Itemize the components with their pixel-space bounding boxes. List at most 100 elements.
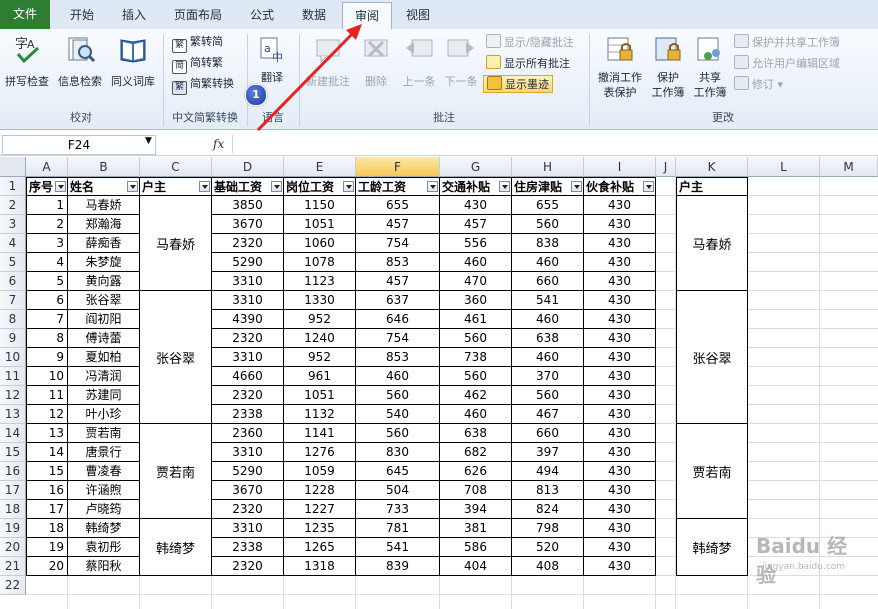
data-cell[interactable]: 3 <box>26 234 68 253</box>
column-header-l[interactable]: L <box>748 157 820 177</box>
data-cell[interactable]: 754 <box>356 329 440 348</box>
data-cell[interactable]: 7 <box>26 310 68 329</box>
row-header-22[interactable]: 22 <box>0 576 26 595</box>
name-cell[interactable]: 许涵煦 <box>68 481 140 500</box>
data-cell[interactable]: 560 <box>512 215 584 234</box>
select-all-corner[interactable] <box>0 157 26 177</box>
row-header-14[interactable]: 14 <box>0 424 26 443</box>
data-cell[interactable]: 19 <box>26 538 68 557</box>
filter-dropdown-button[interactable] <box>427 181 438 192</box>
row-header-6[interactable]: 6 <box>0 272 26 291</box>
row-header-1[interactable]: 1 <box>0 177 26 196</box>
data-cell[interactable]: 708 <box>440 481 512 500</box>
data-cell[interactable]: 430 <box>584 405 656 424</box>
show-ink-button[interactable]: 显示墨迹 <box>483 75 553 93</box>
row-header-9[interactable]: 9 <box>0 329 26 348</box>
data-cell[interactable]: 853 <box>356 348 440 367</box>
column-header-d[interactable]: D <box>212 157 284 177</box>
data-cell[interactable]: 1141 <box>284 424 356 443</box>
data-cell[interactable]: 1150 <box>284 196 356 215</box>
name-cell[interactable]: 卢晓筠 <box>68 500 140 519</box>
column-header-k[interactable]: K <box>676 157 748 177</box>
data-cell[interactable]: 11 <box>26 386 68 405</box>
name-cell[interactable]: 袁初彤 <box>68 538 140 557</box>
data-cell[interactable]: 430 <box>584 500 656 519</box>
name-cell[interactable]: 黄向露 <box>68 272 140 291</box>
filter-dropdown-button[interactable] <box>571 181 582 192</box>
data-cell[interactable]: 15 <box>26 462 68 481</box>
household-merged-cell-k[interactable]: 贾若南 <box>676 424 748 519</box>
data-cell[interactable]: 2 <box>26 215 68 234</box>
filter-dropdown-button[interactable] <box>343 181 354 192</box>
row-header-17[interactable]: 17 <box>0 481 26 500</box>
data-cell[interactable]: 3670 <box>212 215 284 234</box>
data-cell[interactable]: 2320 <box>212 234 284 253</box>
data-cell[interactable]: 460 <box>512 348 584 367</box>
data-cell[interactable]: 430 <box>584 291 656 310</box>
row-header-18[interactable]: 18 <box>0 500 26 519</box>
data-cell[interactable]: 961 <box>284 367 356 386</box>
data-cell[interactable]: 1235 <box>284 519 356 538</box>
data-cell[interactable]: 470 <box>440 272 512 291</box>
data-cell[interactable]: 3850 <box>212 196 284 215</box>
data-cell[interactable]: 2320 <box>212 386 284 405</box>
data-cell[interactable]: 781 <box>356 519 440 538</box>
data-cell[interactable]: 430 <box>584 215 656 234</box>
data-cell[interactable]: 626 <box>440 462 512 481</box>
data-cell[interactable]: 494 <box>512 462 584 481</box>
data-cell[interactable]: 586 <box>440 538 512 557</box>
data-cell[interactable]: 1330 <box>284 291 356 310</box>
name-cell[interactable]: 曹凌春 <box>68 462 140 481</box>
data-cell[interactable]: 853 <box>356 253 440 272</box>
name-cell[interactable]: 郑瀚海 <box>68 215 140 234</box>
show-hide-comment-button[interactable]: 显示/隐藏批注 <box>486 34 574 50</box>
data-cell[interactable]: 3310 <box>212 519 284 538</box>
data-cell[interactable]: 839 <box>356 557 440 576</box>
data-cell[interactable]: 1059 <box>284 462 356 481</box>
data-cell[interactable]: 370 <box>512 367 584 386</box>
data-cell[interactable]: 838 <box>512 234 584 253</box>
data-cell[interactable]: 3310 <box>212 443 284 462</box>
protect-workbook-button[interactable]: 保护 工作簿 <box>648 34 688 108</box>
filter-dropdown-button[interactable] <box>643 181 654 192</box>
column-header-e[interactable]: E <box>284 157 356 177</box>
column-header-i[interactable]: I <box>584 157 656 177</box>
name-cell[interactable]: 冯清润 <box>68 367 140 386</box>
data-cell[interactable]: 404 <box>440 557 512 576</box>
filter-dropdown-button[interactable] <box>55 181 66 192</box>
data-cell[interactable]: 360 <box>440 291 512 310</box>
tab-home[interactable]: 开始 <box>58 2 106 28</box>
row-header-3[interactable]: 3 <box>0 215 26 234</box>
chevron-down-icon[interactable]: ▼ <box>145 136 152 146</box>
row-header-11[interactable]: 11 <box>0 367 26 386</box>
row-header-16[interactable]: 16 <box>0 462 26 481</box>
household-merged-cell[interactable]: 张谷翠 <box>140 291 212 424</box>
protect-and-share-button[interactable]: 保护并共享工作簿 <box>734 34 840 50</box>
data-cell[interactable]: 408 <box>512 557 584 576</box>
simplified-to-traditional-button[interactable]: 简简转繁 <box>172 55 223 74</box>
row-header-12[interactable]: 12 <box>0 386 26 405</box>
row-header-10[interactable]: 10 <box>0 348 26 367</box>
data-cell[interactable]: 430 <box>584 196 656 215</box>
data-cell[interactable]: 430 <box>584 538 656 557</box>
row-header-2[interactable]: 2 <box>0 196 26 215</box>
data-cell[interactable]: 645 <box>356 462 440 481</box>
data-cell[interactable]: 560 <box>440 367 512 386</box>
data-cell[interactable]: 4 <box>26 253 68 272</box>
data-cell[interactable]: 20 <box>26 557 68 576</box>
data-cell[interactable]: 394 <box>440 500 512 519</box>
tab-file[interactable]: 文件 <box>0 0 50 29</box>
name-cell[interactable]: 苏建同 <box>68 386 140 405</box>
column-header-c[interactable]: C <box>140 157 212 177</box>
household-merged-cell[interactable]: 韩绮梦 <box>140 519 212 576</box>
data-cell[interactable]: 1227 <box>284 500 356 519</box>
row-header-15[interactable]: 15 <box>0 443 26 462</box>
data-cell[interactable]: 2320 <box>212 329 284 348</box>
chinese-conversion-button[interactable]: 繁简繁转换 <box>172 76 234 95</box>
data-cell[interactable]: 14 <box>26 443 68 462</box>
data-cell[interactable]: 6 <box>26 291 68 310</box>
data-cell[interactable]: 638 <box>512 329 584 348</box>
data-cell[interactable]: 12 <box>26 405 68 424</box>
formula-input[interactable] <box>232 135 877 153</box>
row-header-19[interactable]: 19 <box>0 519 26 538</box>
